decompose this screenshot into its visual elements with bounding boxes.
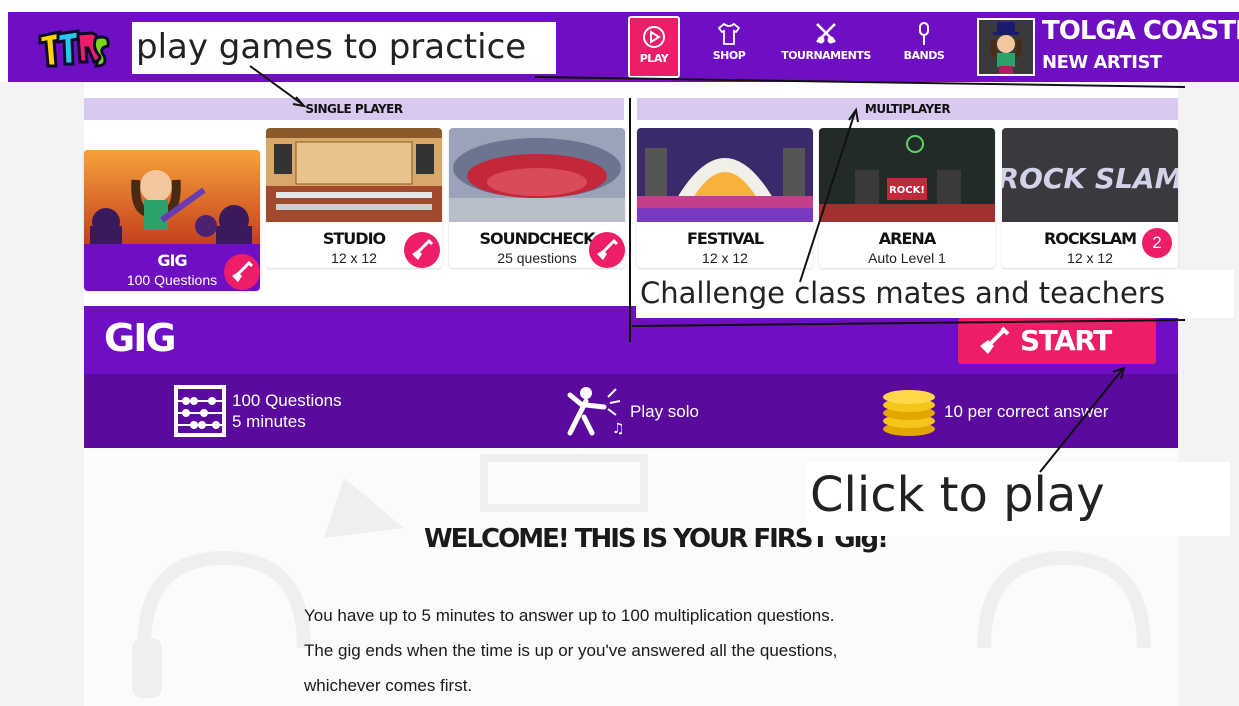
ttrs-logo-icon[interactable] <box>36 26 112 72</box>
page-gutter-right <box>1178 82 1239 706</box>
crossed-guitars-icon <box>816 23 836 44</box>
user-rank: NEW ARTIST <box>1042 52 1162 73</box>
guitar-icon <box>597 238 619 260</box>
festival-card-sub: 12 x 12 <box>702 250 748 266</box>
game-card-festival[interactable]: FESTIVAL 12 x 12 <box>637 128 813 268</box>
game-card-studio[interactable]: STUDIO 12 x 12 <box>266 128 442 268</box>
nav-shop-label: SHOP <box>712 49 746 62</box>
info-reward-label: 10 per correct answer <box>944 401 1109 421</box>
arena-sign-text: ROCK! <box>889 185 925 196</box>
rockslam-logo-text: ROCK SLAM <box>1002 162 1178 195</box>
welcome-line-3: whichever comes first. <box>304 676 473 695</box>
microphone-icon <box>919 22 929 45</box>
info-mode: ♫ Play solo <box>564 374 699 448</box>
guitar-icon <box>412 238 434 260</box>
guitar-icon <box>980 326 1010 354</box>
welcome-line-2: The gig ends when the time is up or you'… <box>304 641 838 660</box>
arena-thumbnail: ROCK! <box>819 128 995 222</box>
abacus-icon <box>174 385 226 437</box>
nav-tournaments-label: TOURNAMENTS <box>781 49 871 62</box>
nav-shop-button[interactable]: SHOP <box>693 15 765 79</box>
play-icon <box>643 26 665 48</box>
nav-play-label: PLAY <box>639 52 669 65</box>
nav-bands-label: BANDS <box>903 49 945 62</box>
studio-guitar-button[interactable] <box>404 232 440 268</box>
info-mode-label: Play solo <box>630 401 699 421</box>
multiplayer-header: MULTIPLAYER <box>637 98 1178 120</box>
game-card-gig[interactable]: GIG 100 Questions <box>84 150 260 291</box>
annotation-click: Click to play <box>806 462 1230 536</box>
single-player-header: SINGLE PLAYER <box>84 98 624 120</box>
rockslam-notification-badge: 2 <box>1142 228 1172 258</box>
info-questions: 100 Questions 5 minutes <box>172 374 342 448</box>
festival-thumbnail <box>637 128 813 222</box>
welcome-line-1: You have up to 5 minutes to answer up to… <box>304 606 835 625</box>
info-time-limit: 5 minutes <box>232 412 306 431</box>
page-gutter-left <box>0 82 84 706</box>
game-card-arena[interactable]: ROCK! ARENA Auto Level 1 <box>819 128 995 268</box>
rockslam-thumbnail: ROCK SLAM <box>1002 128 1178 222</box>
singer-icon: ♫ <box>567 387 624 437</box>
arena-card-sub: Auto Level 1 <box>868 250 946 266</box>
gig-info-bar: 100 Questions 5 minutes ♫ Play solo 10 p… <box>84 374 1178 448</box>
rockstar-avatar-icon <box>979 20 1033 74</box>
nav-bands-button[interactable]: BANDS <box>888 15 960 79</box>
svg-text:♫: ♫ <box>612 421 624 437</box>
annotation-practice: play games to practice <box>132 22 556 74</box>
gig-thumbnail <box>84 150 260 246</box>
game-card-soundcheck[interactable]: SOUNDCHECK 25 questions <box>449 128 625 268</box>
info-questions-count: 100 Questions <box>232 391 342 410</box>
nav-play-button[interactable]: PLAY <box>628 16 680 78</box>
user-avatar[interactable] <box>977 18 1035 76</box>
festival-card-title: FESTIVAL <box>686 229 764 248</box>
soundcheck-thumbnail <box>449 128 625 222</box>
annotation-challenge: Challenge class mates and teachers <box>636 270 1234 318</box>
game-card-rockslam[interactable]: ROCK SLAM ROCKSLAM 12 x 12 2 <box>1002 128 1178 268</box>
gig-guitar-button[interactable] <box>224 254 260 290</box>
welcome-paragraph: You have up to 5 minutes to answer up to… <box>304 598 984 703</box>
tshirt-icon <box>717 22 741 45</box>
coins-icon <box>883 390 935 436</box>
guitar-icon <box>232 260 254 282</box>
gig-panel-title: GIG <box>104 316 177 360</box>
studio-thumbnail <box>266 128 442 222</box>
arena-card-title: ARENA <box>878 229 936 248</box>
start-gig-button[interactable]: START GIG <box>958 318 1156 403</box>
nav-tournaments-button[interactable]: TOURNAMENTS <box>778 15 874 79</box>
info-reward: 10 per correct answer <box>880 374 1108 448</box>
user-name: TOLGA COASTERS <box>1042 16 1239 46</box>
soundcheck-guitar-button[interactable] <box>589 232 625 268</box>
